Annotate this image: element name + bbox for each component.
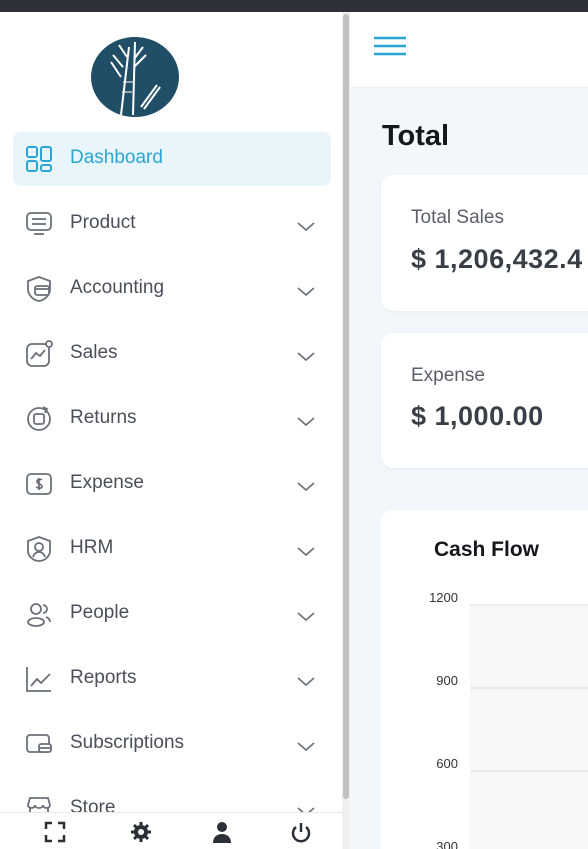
returns-icon	[25, 405, 53, 433]
power-icon[interactable]	[290, 821, 312, 843]
sidebar-item-label: Sales	[70, 342, 118, 363]
y-tick-label: 600	[436, 756, 458, 771]
window-top-bar	[0, 0, 588, 12]
reports-chart-icon	[25, 665, 53, 693]
cash-flow-chart-card: Cash Flow 1200 900 600 300	[381, 510, 588, 849]
sidebar-item-hrm[interactable]: HRM	[13, 522, 331, 576]
chevron-down-icon[interactable]	[295, 735, 317, 757]
top-header	[350, 12, 588, 88]
hrm-user-icon	[25, 535, 53, 563]
chevron-down-icon[interactable]	[295, 280, 317, 302]
chart-plot-area	[470, 605, 588, 849]
sidebar-item-label: HRM	[70, 537, 114, 558]
y-tick-label: 900	[436, 673, 458, 688]
chevron-down-icon[interactable]	[295, 215, 317, 237]
card-value: $ 1,206,432.4	[411, 244, 583, 274]
sidebar-item-label: People	[70, 602, 130, 623]
sidebar-item-label: Subscriptions	[70, 732, 185, 753]
card-value: $ 1,000.00	[411, 401, 544, 431]
sidebar-item-label: Reports	[70, 667, 137, 688]
sidebar-item-subscriptions[interactable]: Subscriptions	[13, 717, 331, 771]
chevron-down-icon[interactable]	[295, 670, 317, 692]
fullscreen-icon[interactable]	[44, 821, 66, 843]
card-label: Total Sales	[411, 207, 504, 228]
total-sales-card: Total Sales $ 1,206,432.4	[381, 175, 588, 311]
sales-chart-icon	[25, 340, 53, 368]
brand-logo[interactable]	[91, 37, 179, 117]
sidebar-item-dashboard[interactable]: Dashboard	[13, 132, 331, 186]
sidebar-item-people[interactable]: People	[13, 587, 331, 641]
cash-flow-chart: 1200 900 600 300	[429, 590, 588, 849]
chevron-down-icon[interactable]	[295, 475, 317, 497]
sidebar-item-returns[interactable]: Returns	[13, 392, 331, 446]
dashboard-grid-icon	[25, 145, 53, 173]
accounting-card-icon	[25, 275, 53, 303]
settings-gear-icon[interactable]	[130, 821, 152, 843]
sidebar-item-label: Expense	[70, 472, 144, 493]
sidebar-item-reports[interactable]: Reports	[13, 652, 331, 706]
y-tick-label: 1200	[429, 590, 458, 605]
card-label: Expense	[411, 365, 485, 386]
sidebar-scrollbar-thumb[interactable]	[343, 14, 349, 799]
subscriptions-icon	[25, 730, 53, 758]
chevron-down-icon[interactable]	[295, 540, 317, 562]
chevron-down-icon[interactable]	[295, 410, 317, 432]
sidebar-item-label: Accounting	[70, 277, 165, 298]
user-icon[interactable]	[211, 821, 233, 843]
people-icon	[25, 600, 53, 628]
sidebar-item-label: Dashboard	[70, 147, 163, 168]
hamburger-menu-icon[interactable]	[374, 36, 406, 56]
sidebar-item-expense[interactable]: Expense	[13, 457, 331, 511]
sidebar-footer	[0, 812, 342, 843]
sidebar-item-label: Product	[70, 212, 136, 233]
expense-card: Expense $ 1,000.00	[381, 333, 588, 468]
page-title: Total	[382, 120, 450, 152]
chevron-down-icon[interactable]	[295, 605, 317, 627]
sidebar-item-sales[interactable]: Sales	[13, 327, 331, 381]
sidebar-item-label: Returns	[70, 407, 137, 428]
sidebar-item-product[interactable]: Product	[13, 197, 331, 251]
product-monitor-icon	[25, 210, 53, 238]
expense-dollar-icon	[25, 470, 53, 498]
sidebar-item-accounting[interactable]: Accounting	[13, 262, 331, 316]
chevron-down-icon[interactable]	[295, 345, 317, 367]
y-tick-label: 300	[436, 839, 458, 849]
